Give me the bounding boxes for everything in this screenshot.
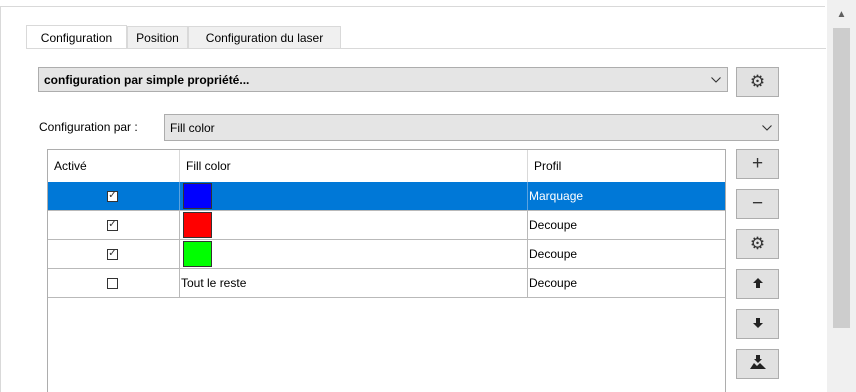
cell-divider <box>527 211 528 239</box>
fill-color-swatch[interactable] <box>183 241 212 267</box>
fill-color-swatch[interactable] <box>183 183 212 209</box>
profile-cell[interactable]: Decoupe <box>529 240 577 268</box>
table-row[interactable]: Tout le reste Decoupe <box>48 269 725 298</box>
scroll-up-icon[interactable]: ▲ <box>827 6 856 24</box>
tab-configuration[interactable]: Configuration <box>26 25 127 49</box>
cell-divider <box>527 240 528 268</box>
move-up-button[interactable] <box>736 269 779 299</box>
fill-color-swatch[interactable] <box>183 212 212 238</box>
import-icon <box>749 354 767 375</box>
table-header: Activé Fill color Profil <box>48 150 725 183</box>
tab-body-divider <box>26 48 826 49</box>
gear-icon: ⚙ <box>749 72 766 91</box>
row-enabled-checkbox[interactable] <box>107 277 118 289</box>
row-enabled-checkbox[interactable]: ✓ <box>107 248 118 260</box>
arrow-down-icon <box>752 314 764 334</box>
cell-divider <box>179 269 180 297</box>
plus-icon: + <box>751 153 764 174</box>
minus-icon: − <box>751 193 764 214</box>
config-mode-value: configuration par simple propriété... <box>44 72 250 87</box>
table-row[interactable]: ✓ Marquage <box>48 182 725 211</box>
profile-cell[interactable]: Decoupe <box>529 211 577 239</box>
row-settings-button[interactable]: ⚙ <box>736 229 779 259</box>
scroll-thumb[interactable] <box>833 28 850 328</box>
config-by-label: Configuration par : <box>39 120 138 134</box>
cell-divider <box>527 182 528 210</box>
fill-label-cell[interactable]: Tout le reste <box>181 269 246 297</box>
add-button[interactable]: + <box>736 149 779 179</box>
cell-divider <box>179 240 180 268</box>
config-by-select[interactable]: Fill color <box>164 114 779 141</box>
remove-button[interactable]: − <box>736 189 779 219</box>
column-header-active[interactable]: Activé <box>48 150 179 182</box>
chevron-down-icon <box>762 115 772 140</box>
table-row[interactable]: ✓ Decoupe <box>48 211 725 240</box>
row-enabled-checkbox[interactable]: ✓ <box>107 219 118 231</box>
cell-divider <box>179 211 180 239</box>
profile-cell[interactable]: Decoupe <box>529 269 577 297</box>
tab-laser-configuration[interactable]: Configuration du laser <box>188 26 341 48</box>
column-header-profile[interactable]: Profil <box>528 150 725 182</box>
config-table: Activé Fill color Profil ✓ Marquage ✓ De… <box>47 149 726 392</box>
arrow-up-icon <box>752 274 764 294</box>
tab-position[interactable]: Position <box>127 26 188 48</box>
cell-divider <box>179 182 180 210</box>
profile-cell[interactable]: Marquage <box>529 182 583 210</box>
column-header-fill-color[interactable]: Fill color <box>180 150 527 182</box>
row-enabled-checkbox[interactable]: ✓ <box>107 190 118 202</box>
config-mode-settings-button[interactable]: ⚙ <box>736 67 779 97</box>
vertical-scrollbar[interactable]: ▲ <box>827 0 856 392</box>
table-row[interactable]: ✓ Decoupe <box>48 240 725 269</box>
import-button[interactable] <box>736 349 779 379</box>
panel-border-left <box>0 6 1 392</box>
cell-divider <box>527 269 528 297</box>
config-by-value: Fill color <box>170 120 215 135</box>
config-mode-select[interactable]: configuration par simple propriété... <box>38 67 728 92</box>
move-down-button[interactable] <box>736 309 779 339</box>
gear-icon: ⚙ <box>749 234 766 253</box>
chevron-down-icon <box>711 68 721 91</box>
panel-border <box>0 6 825 7</box>
